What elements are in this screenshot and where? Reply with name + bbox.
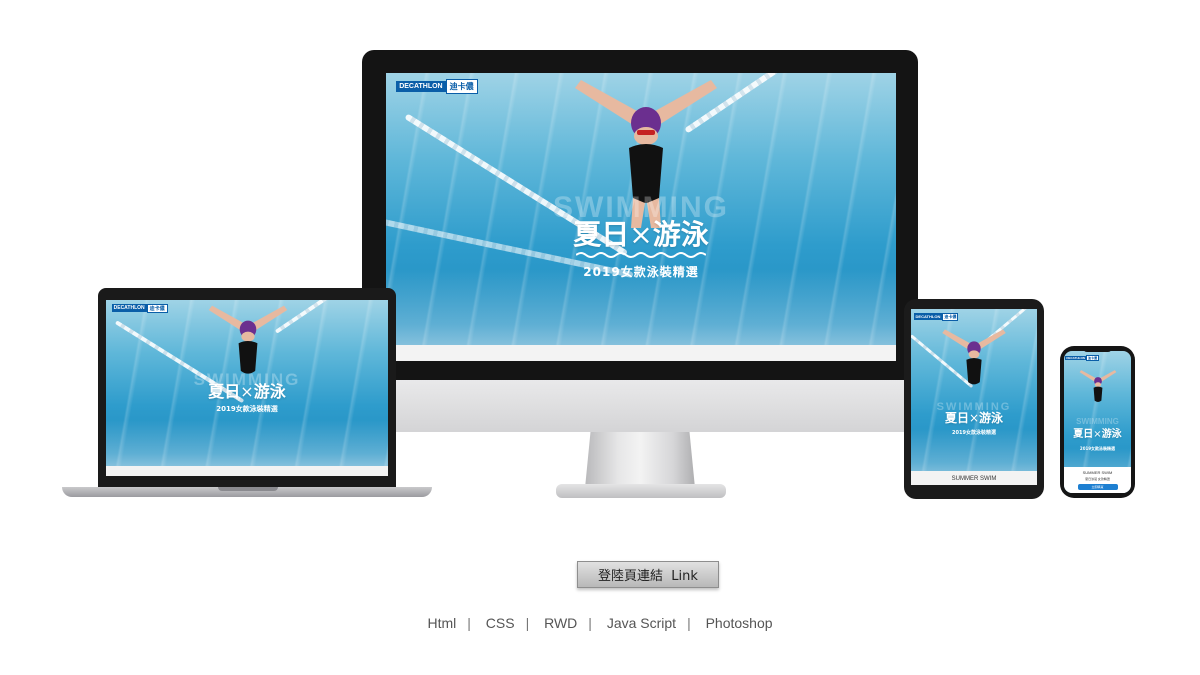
tablet-screen: DECATHLON 迪卡儂 SWIMMING 夏日×游泳 2019女款泳裝精選 … — [911, 309, 1037, 485]
laptop-notch — [218, 487, 278, 491]
tech-item: Html — [427, 615, 457, 631]
tech-item: RWD — [544, 615, 578, 631]
imac-stand — [585, 432, 695, 488]
buy-button[interactable]: 立即購買 — [1077, 484, 1118, 490]
swimmer-image — [1079, 370, 1117, 402]
imac-screen: DECATHLON 迪卡儂 SWIMMING 夏日×游泳 2019女款泳裝精選 — [386, 73, 896, 361]
tech-stack: Html | CSS | RWD | Java Script | Photoshop — [427, 615, 773, 631]
phone-screen: DECATHLON 迪卡儂 SWIMMING 夏日×游泳 2019女款泳裝精選 … — [1064, 351, 1131, 493]
swimmer-image — [942, 329, 1006, 385]
hero-subtitle: 2019女款泳裝精選 — [583, 265, 699, 279]
hero-title: 夏日×游泳 — [208, 382, 286, 401]
section-title: SUMMER SWIM — [1082, 470, 1113, 475]
hero-title: 夏日×游泳 — [944, 411, 1004, 425]
hero-title: 夏日×游泳 — [1073, 429, 1122, 440]
section-title: SUMMER SWIM — [951, 476, 997, 482]
brand-logo: DECATHLON 迪卡儂 — [1065, 355, 1099, 361]
laptop-screen: DECATHLON 迪卡儂 SWIMMING 夏日×游泳 2019女款泳裝精選 — [106, 300, 388, 476]
tech-item: Java Script — [606, 615, 677, 631]
phone-caption: 夏日泳裝 女款精選 — [1085, 477, 1110, 481]
brand-logo: DECATHLON 迪卡儂 — [913, 312, 959, 321]
tech-item: CSS — [485, 615, 515, 631]
hero-subtitle: 2019女款泳裝精選 — [952, 430, 996, 436]
hero-subtitle: 2019女款泳裝精選 — [1079, 446, 1116, 451]
landing-page-link-button[interactable]: 登陸頁連結 Link — [577, 561, 719, 588]
imac-stand-base — [556, 484, 726, 498]
tech-item: Photoshop — [705, 615, 773, 631]
brand-logo: DECATHLON 迪卡儂 — [396, 78, 478, 94]
hero-subtitle: 2019女款泳裝精選 — [216, 405, 278, 413]
imac-chin — [362, 380, 918, 432]
wave-icon — [576, 252, 706, 258]
brand-logo: DECATHLON 迪卡儂 — [111, 303, 168, 313]
hero-title: 夏日×游泳 — [573, 218, 709, 251]
phone-notch — [1083, 347, 1112, 352]
